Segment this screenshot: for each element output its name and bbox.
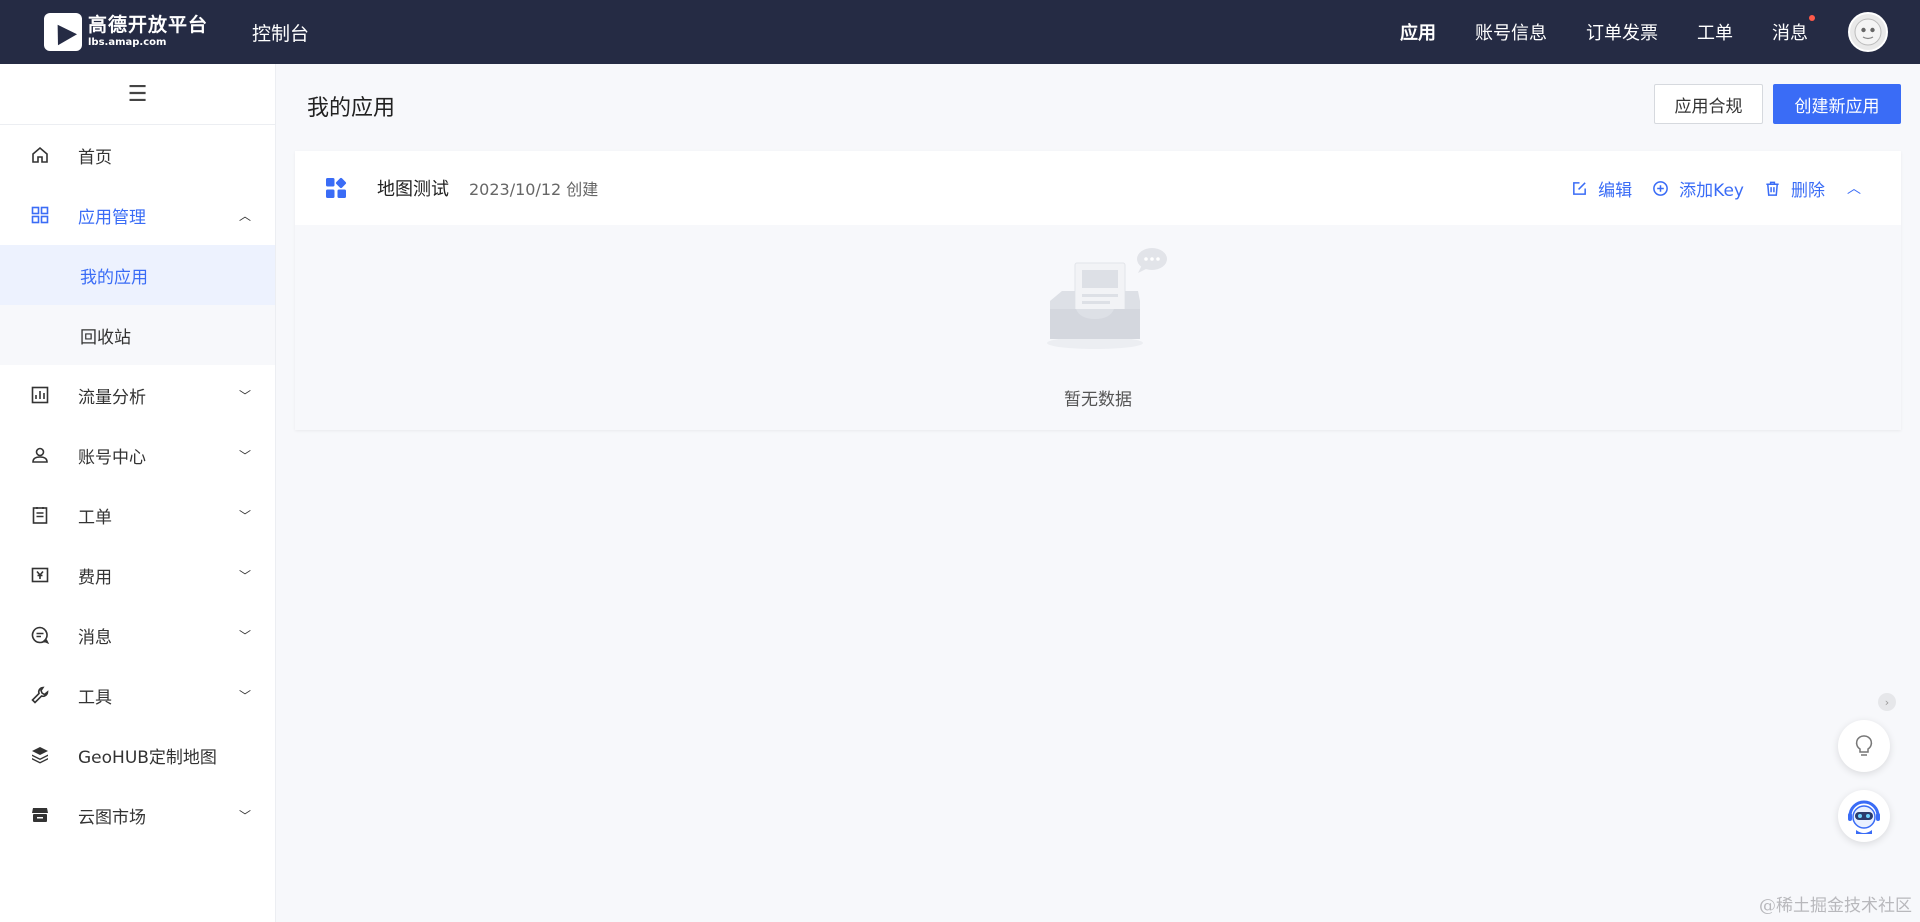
chevron-up-icon[interactable]: ︿ [1847,178,1861,198]
empty-inbox-icon [1047,248,1167,349]
watermark: @稀土掘金技术社区 [1759,896,1912,916]
sidebar-item-market[interactable]: 云图市场 ﹀ [0,785,275,845]
trash-icon [1766,181,1779,196]
sidebar-item-label: 消息 [78,627,112,648]
expand-helper-button[interactable]: › [1878,693,1896,711]
delete-app-button[interactable]: 删除 [1764,176,1825,201]
sidebar-item-fee[interactable]: 费用 ﹀ [0,545,275,605]
layers-icon [29,744,51,766]
amap-logo-icon [44,13,82,51]
topnav-invoices[interactable]: 订单发票 [1586,19,1658,45]
topnav-messages[interactable]: 消息 [1772,15,1815,45]
topnav-messages-label: 消息 [1772,23,1808,44]
app-compliance-button[interactable]: 应用合规 [1654,84,1763,124]
sidebar-item-tools[interactable]: 工具 ﹀ [0,665,275,725]
grid-icon [29,204,51,226]
clipboard-icon [29,504,51,526]
logo-url: lbs.amap.com [88,37,167,48]
topnav-apps[interactable]: 应用 [1400,19,1436,45]
sidebar-item-home[interactable]: 首页 [0,125,275,185]
lightbulb-icon [1855,735,1873,756]
sidebar-item-label: 首页 [78,147,112,168]
page-title: 我的应用 [307,96,396,121]
sidebar-item-message[interactable]: 消息 ﹀ [0,605,275,665]
app-card-actions: 编辑 添加Key 删除 ︿ [1551,176,1861,201]
console-title[interactable]: 控制台 [252,19,309,46]
add-key-button[interactable]: 添加Key [1652,176,1744,201]
user-avatar[interactable] [1848,12,1888,52]
sidebar-item-traffic[interactable]: 流量分析 ﹀ [0,365,275,425]
app-manage-submenu: 我的应用 回收站 [0,245,275,365]
chevron-down-icon: ﹀ [239,628,252,643]
chevron-down-icon: ﹀ [239,448,252,463]
edit-app-button[interactable]: 编辑 [1571,176,1632,201]
sidebar-item-label: 云图市场 [78,807,146,828]
sidebar-item-account[interactable]: 账号中心 ﹀ [0,425,275,485]
app-name: 地图测试 [377,179,449,200]
unread-dot [1809,15,1815,21]
chevron-down-icon: ﹀ [239,568,252,583]
empty-text: 暂无数据 [1064,390,1132,410]
main-content: 我的应用 应用合规 创建新应用 地图测试 2023/10/12 创建 编辑 添加… [277,64,1920,922]
amap-logo[interactable]: 高德开放平台 lbs.amap.com [44,13,208,51]
sidebar-item-geohub[interactable]: GeoHUB定制地图 [0,725,275,785]
menu-toggle[interactable]: ☰ [0,64,275,125]
wrench-icon [29,684,51,706]
chevron-right-icon: › [1884,695,1890,709]
topnav-tickets[interactable]: 工单 [1697,19,1733,45]
add-key-label: 添加Key [1679,180,1744,201]
chevron-down-icon: ﹀ [239,688,252,703]
chevron-down-icon: ﹀ [239,388,252,403]
key-list-empty: 暂无数据 [295,225,1901,430]
yuan-icon [29,564,51,586]
chevron-down-icon: ﹀ [239,808,252,823]
sidebar-item-label: 流量分析 [78,387,146,408]
tips-button[interactable] [1838,720,1890,772]
app-card-header: 地图测试 2023/10/12 创建 编辑 添加Key 删除 ︿ [295,151,1901,225]
support-robot-icon [1843,795,1885,837]
menu-icon: ☰ [127,81,148,107]
top-navbar: 高德开放平台 lbs.amap.com 控制台 应用 账号信息 订单发票 工单 … [0,0,1920,64]
chevron-up-icon: ︿ [239,208,252,223]
app-created-date: 2023/10/12 创建 [469,180,599,199]
chart-icon [29,384,51,406]
topnav-account-info[interactable]: 账号信息 [1475,19,1547,45]
avatar-face-icon [1854,18,1882,46]
sidebar-item-label: 应用管理 [78,207,146,228]
sidebar-item-label: 工单 [78,507,112,528]
app-widget-icon [326,177,347,198]
chat-bubble-icon [29,624,51,646]
sidebar-item-label: 账号中心 [78,447,146,468]
sidebar: ☰ 首页 应用管理 ︿ 我的应用 回收站 流量分析 ﹀ 账号中心 ﹀ 工单 ﹀ … [0,64,276,922]
top-nav: 应用 账号信息 订单发票 工单 消息 [1361,0,1920,64]
sidebar-item-app-manage[interactable]: 应用管理 ︿ [0,185,275,245]
sidebar-item-label: 工具 [78,687,112,708]
logo-name: 高德开放平台 [88,14,209,36]
sidebar-item-label: GeoHUB定制地图 [78,747,217,768]
create-app-button[interactable]: 创建新应用 [1773,84,1901,124]
app-card: 地图测试 2023/10/12 创建 编辑 添加Key 删除 ︿ 暂无数据 [295,151,1901,430]
edit-label: 编辑 [1598,180,1633,201]
store-icon [29,804,51,826]
edit-icon [1573,181,1587,195]
sidebar-item-label: 费用 [78,567,112,588]
sidebar-item-my-apps[interactable]: 我的应用 [0,245,275,305]
sidebar-item-ticket[interactable]: 工单 ﹀ [0,485,275,545]
delete-label: 删除 [1791,180,1825,201]
chevron-down-icon: ﹀ [239,508,252,523]
customer-service-button[interactable] [1838,790,1890,842]
home-icon [29,144,51,166]
user-icon [29,444,51,466]
sidebar-item-recycle[interactable]: 回收站 [0,305,275,365]
plus-circle-icon [1653,180,1669,196]
